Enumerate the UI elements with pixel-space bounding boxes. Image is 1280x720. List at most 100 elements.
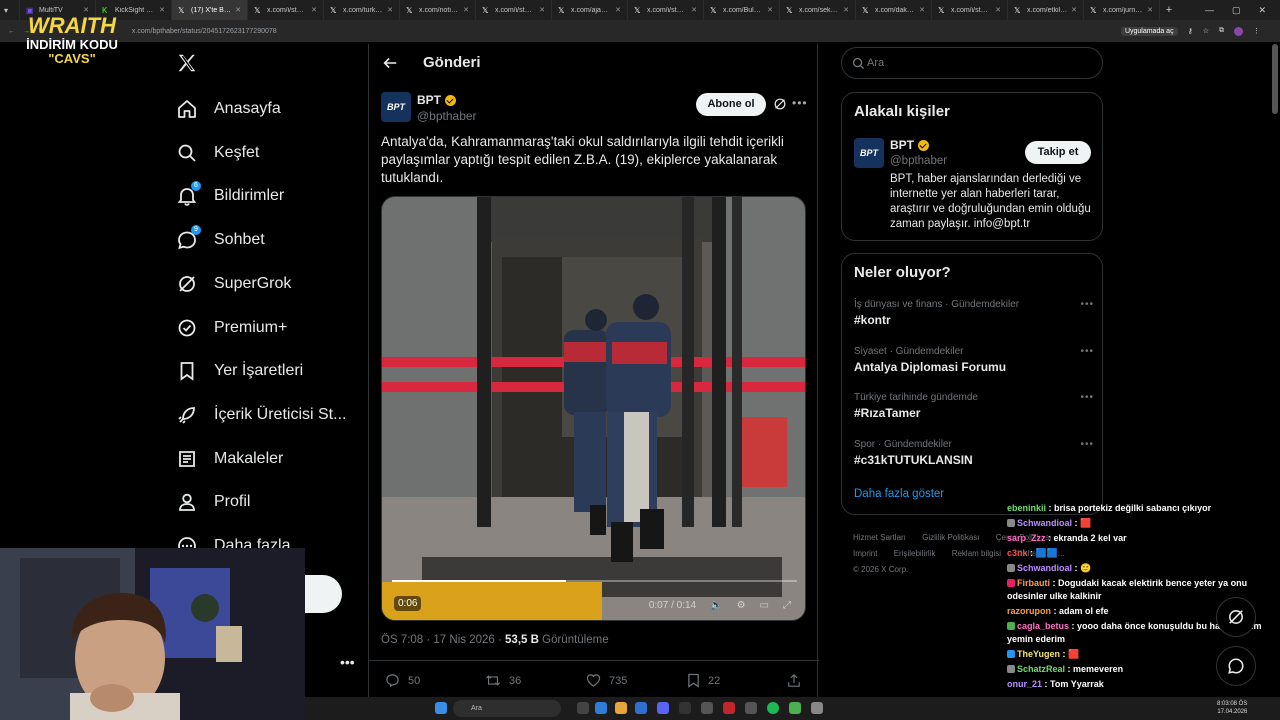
more-options-icon[interactable]: ••• [792, 96, 808, 110]
back-icon[interactable]: ← [8, 28, 15, 35]
url-field[interactable]: x.com/bpthaber/status/204517262317729007… [132, 28, 277, 35]
maximize-icon[interactable]: ▢ [1232, 5, 1241, 16]
search-box[interactable]: Ara [841, 47, 1103, 79]
nav-item-makaleler[interactable]: Makaleler [176, 448, 283, 470]
chat-username[interactable]: Firbauti [1017, 578, 1050, 588]
chat-username[interactable]: Schwandioal [1017, 563, 1072, 573]
chat-username[interactable]: cagla_betus [1017, 621, 1069, 631]
browser-tab[interactable]: 𝕏x.com/i/status ✕ [476, 0, 552, 20]
browser-tab[interactable]: 𝕏 (17) X'te BPT ✕ [172, 0, 248, 20]
related-avatar[interactable]: BPT [854, 138, 884, 168]
post-time[interactable]: ÖS 7:08 · 17 Nis 2026 [381, 634, 495, 646]
chat-username[interactable]: onur_21 [1007, 679, 1042, 689]
x-logo-icon[interactable] [176, 52, 198, 74]
page-scrollbar[interactable] [1272, 44, 1278, 114]
chat-username[interactable]: sarp_Zzz [1007, 533, 1046, 543]
tab-close-icon[interactable]: ✕ [235, 6, 241, 14]
author-avatar[interactable]: BPT [381, 92, 411, 122]
picture-in-picture-icon[interactable]: ▭ [760, 600, 769, 611]
related-name[interactable]: BPT [890, 138, 929, 152]
app-icon[interactable] [745, 702, 757, 714]
minimize-icon[interactable]: — [1205, 5, 1214, 16]
trend-item[interactable]: Türkiye tarihinde gündemde #RızaTamer ••• [854, 392, 1094, 420]
star-icon[interactable]: ☆ [1203, 27, 1209, 35]
more-options-icon[interactable]: ••• [1080, 392, 1094, 403]
reply-button[interactable]: 50 [385, 673, 420, 688]
chat-username[interactable]: TheYugen [1017, 649, 1060, 659]
chat-username[interactable]: Schwandioal [1017, 518, 1072, 528]
discord-icon[interactable] [657, 702, 669, 714]
edge-icon[interactable] [595, 702, 607, 714]
repost-button[interactable]: 36 [485, 673, 521, 688]
fullscreen-icon[interactable]: ⤢ [783, 600, 791, 611]
close-icon[interactable]: ✕ [1258, 5, 1266, 16]
bookmark-button[interactable]: 22 [687, 673, 720, 688]
tab-close-icon[interactable]: ✕ [691, 6, 697, 14]
trend-item[interactable]: Siyaset · Gündemdekiler Antalya Diplomasi… [854, 346, 1094, 374]
browser-tab[interactable]: 𝕏x.com/jurnalh ✕ [1084, 0, 1160, 20]
chat-username[interactable]: ebeninkii [1007, 503, 1046, 513]
trend-item[interactable]: İş dünyası ve finans · Gündemdekiler #kon… [854, 299, 1094, 327]
file-explorer-icon[interactable] [615, 702, 627, 714]
browser-tab[interactable]: 𝕏x.com/daktiloc ✕ [856, 0, 932, 20]
chat-username[interactable]: c3nk [1007, 548, 1028, 558]
browser-tab[interactable]: 𝕏x.com/turkceg ✕ [324, 0, 400, 20]
grok-icon[interactable] [773, 97, 787, 111]
browser-tab[interactable]: 𝕏x.com/sekansn ✕ [780, 0, 856, 20]
more-options-icon[interactable]: ••• [1080, 439, 1094, 450]
browser-tab[interactable]: 𝕏x.com/etkilihal ✕ [1008, 0, 1084, 20]
obs-icon[interactable] [679, 702, 691, 714]
browser-tab[interactable]: 𝕏x.com/notifyh ✕ [400, 0, 476, 20]
browser-tab[interactable]: 𝕏x.com/i/status/ ✕ [248, 0, 324, 20]
tab-close-icon[interactable]: ✕ [843, 6, 849, 14]
subscribe-button[interactable]: Abone ol [696, 93, 766, 116]
tab-close-icon[interactable]: ✕ [1071, 6, 1077, 14]
app-icon[interactable] [701, 702, 713, 714]
nav-item-bildirimler[interactable]: 6 Bildirimler [176, 181, 284, 207]
nav-item-i-erik-reticisi-st[interactable]: İçerik Üreticisi St... [176, 404, 346, 426]
chat-username[interactable]: razorupon [1007, 606, 1051, 616]
browser-tab[interactable]: 𝕏x.com/Bulvarp ✕ [704, 0, 780, 20]
like-button[interactable]: 735 [586, 673, 627, 688]
spotify-icon[interactable] [767, 702, 779, 714]
tab-close-icon[interactable]: ✕ [919, 6, 925, 14]
tab-close-icon[interactable]: ✕ [159, 6, 165, 14]
grok-fab[interactable] [1216, 597, 1256, 637]
tab-close-icon[interactable]: ✕ [387, 6, 393, 14]
show-more-link[interactable]: Daha fazla göster [854, 488, 944, 500]
video-progress-bar[interactable] [392, 580, 797, 582]
taskbar-search[interactable]: Ara [453, 700, 561, 717]
settings-gear-icon[interactable]: ⚙ [737, 600, 746, 611]
valorant-icon[interactable] [723, 702, 735, 714]
key-icon[interactable]: ⚷ [1188, 27, 1193, 35]
tab-close-icon[interactable]: ✕ [995, 6, 1001, 14]
account-more-icon[interactable]: ••• [340, 654, 355, 670]
tab-close-icon[interactable]: ✕ [463, 6, 469, 14]
volume-icon[interactable]: 🔈 [710, 600, 722, 611]
store-icon[interactable] [635, 702, 647, 714]
tab-close-icon[interactable]: ✕ [1147, 6, 1153, 14]
tab-close-icon[interactable]: ✕ [311, 6, 317, 14]
footer-link[interactable]: Erişilebilirlik [894, 549, 936, 558]
nav-item-anasayfa[interactable]: Anasayfa [176, 98, 281, 120]
tab-menu[interactable]: ▾ [0, 0, 20, 20]
browser-tab[interactable]: 𝕏x.com/i/status ✕ [628, 0, 704, 20]
nav-item-premium[interactable]: Premium+ [176, 317, 287, 339]
taskbar-clock[interactable]: 8:03:08 ÖS 17.04.2026 [1217, 700, 1247, 716]
post-video[interactable]: 0:06 0:07 / 0:14 🔈 ⚙ ▭ ⤢ [381, 196, 806, 621]
trend-item[interactable]: Spor · Gündemdekiler #c31kTUTUKLANSIN ••• [854, 439, 1094, 467]
tab-close-icon[interactable]: ✕ [615, 6, 621, 14]
tab-close-icon[interactable]: ✕ [539, 6, 545, 14]
new-tab-button[interactable]: + [1160, 4, 1178, 16]
author-name[interactable]: BPT [417, 93, 456, 107]
footer-link[interactable]: Imprint [853, 549, 877, 558]
nav-item-sohbet[interactable]: 9 Sohbet [176, 225, 265, 251]
follow-button[interactable]: Takip et [1025, 141, 1091, 164]
back-arrow-icon[interactable] [381, 54, 399, 72]
tab-close-icon[interactable]: ✕ [767, 6, 773, 14]
author-handle[interactable]: @bpthaber [417, 109, 477, 123]
more-options-icon[interactable]: ••• [1080, 299, 1094, 310]
footer-link[interactable]: Reklam bilgisi [952, 549, 1001, 558]
profile-avatar-icon[interactable] [1234, 26, 1243, 36]
open-in-app-button[interactable]: Uygulamada aç [1120, 26, 1178, 36]
